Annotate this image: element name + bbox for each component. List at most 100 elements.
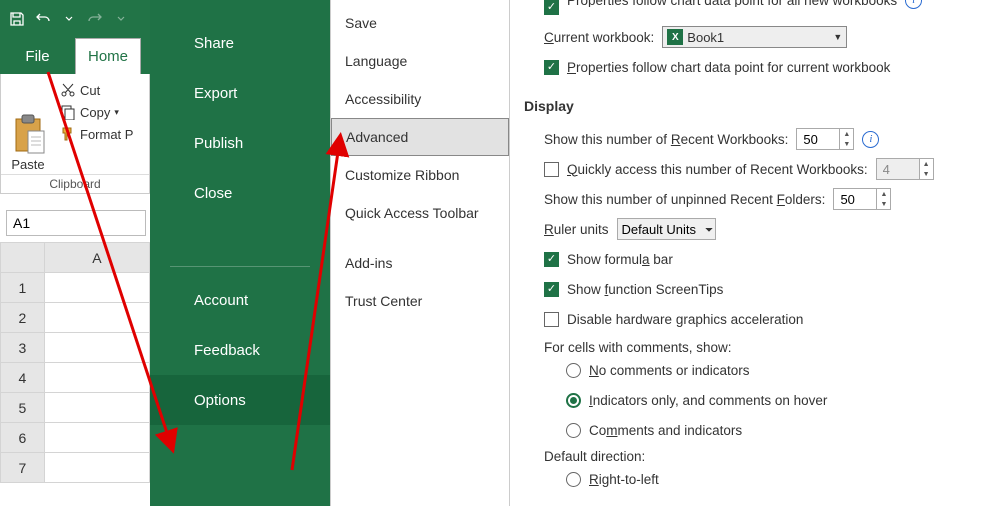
label-properties-current-workbook: Properties follow chart data point for c…	[567, 60, 890, 75]
backstage-item-publish[interactable]: Publish	[150, 118, 330, 168]
recent-folders-input[interactable]	[834, 189, 876, 209]
cut-button[interactable]: Cut	[56, 82, 149, 98]
cell[interactable]	[44, 303, 149, 333]
checkbox-properties-current-workbook[interactable]	[544, 60, 559, 75]
label-comments-and-indicators: Comments and indicators	[589, 423, 742, 438]
backstage-item-options[interactable]: Options	[150, 375, 330, 425]
checkbox-quick-access-recent[interactable]	[544, 162, 559, 177]
worksheet-grid[interactable]: A 1 2 3 4 5 6 7	[0, 242, 150, 483]
checkbox-show-function-screentips[interactable]	[544, 282, 559, 297]
label-ruler-units: Ruler units	[544, 222, 609, 237]
copy-icon	[60, 104, 76, 120]
undo-dropdown-icon[interactable]	[58, 8, 80, 30]
cell[interactable]	[44, 423, 149, 453]
scissors-icon	[60, 82, 76, 98]
label-recent-workbooks: Show this number of Recent Workbooks:	[544, 132, 788, 147]
label-right-to-left: Right-to-left	[589, 472, 659, 487]
checkbox-disable-hw-accel[interactable]	[544, 312, 559, 327]
row-header[interactable]: 2	[1, 303, 45, 333]
cut-label: Cut	[80, 83, 100, 98]
copy-label: Copy	[80, 105, 110, 120]
label-show-function-screentips: Show function ScreenTips	[567, 282, 723, 297]
ruler-units-select[interactable]: Default Units	[617, 218, 716, 240]
undo-icon[interactable]	[32, 8, 54, 30]
paste-label: Paste	[11, 157, 44, 172]
cell[interactable]	[44, 393, 149, 423]
quick-access-recent-input	[877, 159, 919, 179]
paste-button[interactable]: Paste	[1, 74, 56, 174]
label-recent-folders: Show this number of unpinned Recent Fold…	[544, 192, 825, 207]
backstage-item-share[interactable]: Share	[150, 18, 330, 68]
file-backstage-menu: Share Export Publish Close Account Feedb…	[150, 0, 330, 506]
row-header[interactable]: 3	[1, 333, 45, 363]
backstage-item-feedback[interactable]: Feedback	[150, 325, 330, 375]
label-quick-access-recent: Quickly access this number of Recent Wor…	[567, 162, 868, 177]
options-categories: Save Language Accessibility Advanced Cus…	[330, 0, 510, 506]
options-cat-advanced[interactable]: Advanced	[331, 118, 509, 156]
radio-no-comments[interactable]	[566, 363, 581, 378]
section-display: Display	[524, 98, 993, 114]
cell[interactable]	[44, 273, 149, 303]
row-header[interactable]: 4	[1, 363, 45, 393]
label-comments-heading: For cells with comments, show:	[544, 340, 993, 355]
label-disable-hw-accel: Disable hardware graphics acceleration	[567, 312, 803, 327]
label-default-direction-heading: Default direction:	[544, 449, 993, 464]
info-icon[interactable]: i	[862, 131, 879, 148]
backstage-item-account[interactable]: Account	[150, 275, 330, 325]
cell[interactable]	[44, 363, 149, 393]
info-icon[interactable]: i	[905, 0, 922, 9]
backstage-item-close[interactable]: Close	[150, 168, 330, 218]
current-workbook-select[interactable]: X Book1 ▼	[662, 26, 847, 48]
cell[interactable]	[44, 453, 149, 483]
dropdown-icon: ▼	[833, 32, 842, 42]
paste-icon	[10, 113, 46, 157]
options-cat-qat[interactable]: Quick Access Toolbar	[331, 194, 509, 232]
cell[interactable]	[44, 333, 149, 363]
redo-dropdown-icon[interactable]	[110, 8, 132, 30]
name-box-input[interactable]	[6, 210, 146, 236]
radio-comments-and-indicators[interactable]	[566, 423, 581, 438]
label-indicators-only: Indicators only, and comments on hover	[589, 393, 827, 408]
brush-icon	[60, 126, 76, 142]
recent-folders-spinner[interactable]: ▲▼	[833, 188, 891, 210]
clipboard-actions: Cut Copy ▾ Format P	[56, 74, 149, 174]
row-header[interactable]: 5	[1, 393, 45, 423]
excel-icon: X	[667, 29, 683, 45]
radio-group-comments: No comments or indicators Indicators onl…	[566, 355, 993, 445]
options-cat-accessibility[interactable]: Accessibility	[331, 80, 509, 118]
format-painter-button[interactable]: Format P	[56, 126, 149, 142]
ribbon-body: Paste Cut Copy ▾ Format P Clipboard	[0, 74, 150, 194]
label-current-workbook: Current workbook:	[544, 30, 654, 45]
save-icon[interactable]	[6, 8, 28, 30]
checkbox-show-formula-bar[interactable]	[544, 252, 559, 267]
copy-dropdown-icon[interactable]: ▾	[114, 107, 119, 118]
options-cat-save[interactable]: Save	[331, 4, 509, 42]
row-header[interactable]: 6	[1, 423, 45, 453]
group-caption-clipboard: Clipboard	[1, 174, 149, 193]
options-cat-trust-center[interactable]: Trust Center	[331, 282, 509, 320]
current-workbook-name: Book1	[687, 30, 829, 45]
radio-right-to-left[interactable]	[566, 472, 581, 487]
label-properties-all-workbooks: Properties follow chart data point for a…	[567, 0, 897, 7]
row-header[interactable]: 1	[1, 273, 45, 303]
format-painter-label: Format P	[80, 127, 133, 142]
row-header[interactable]: 7	[1, 453, 45, 483]
radio-group-direction: Right-to-left	[566, 464, 993, 494]
checkbox-properties-all-workbooks[interactable]	[544, 0, 559, 15]
tab-home[interactable]: Home	[75, 38, 141, 74]
redo-icon[interactable]	[84, 8, 106, 30]
tab-file[interactable]: File	[0, 38, 75, 74]
recent-workbooks-spinner[interactable]: ▲▼	[796, 128, 854, 150]
options-cat-language[interactable]: Language	[331, 42, 509, 80]
options-cat-addins[interactable]: Add-ins	[331, 244, 509, 282]
backstage-separator	[170, 266, 310, 267]
quick-access-recent-spinner: ▲▼	[876, 158, 934, 180]
quick-access-toolbar	[0, 0, 150, 38]
backstage-item-export[interactable]: Export	[150, 68, 330, 118]
radio-indicators-only[interactable]	[566, 393, 581, 408]
col-header-a[interactable]: A	[44, 243, 149, 273]
copy-button[interactable]: Copy ▾	[56, 104, 149, 120]
options-cat-customize-ribbon[interactable]: Customize Ribbon	[331, 156, 509, 194]
recent-workbooks-input[interactable]	[797, 129, 839, 149]
select-all-corner[interactable]	[1, 243, 45, 273]
